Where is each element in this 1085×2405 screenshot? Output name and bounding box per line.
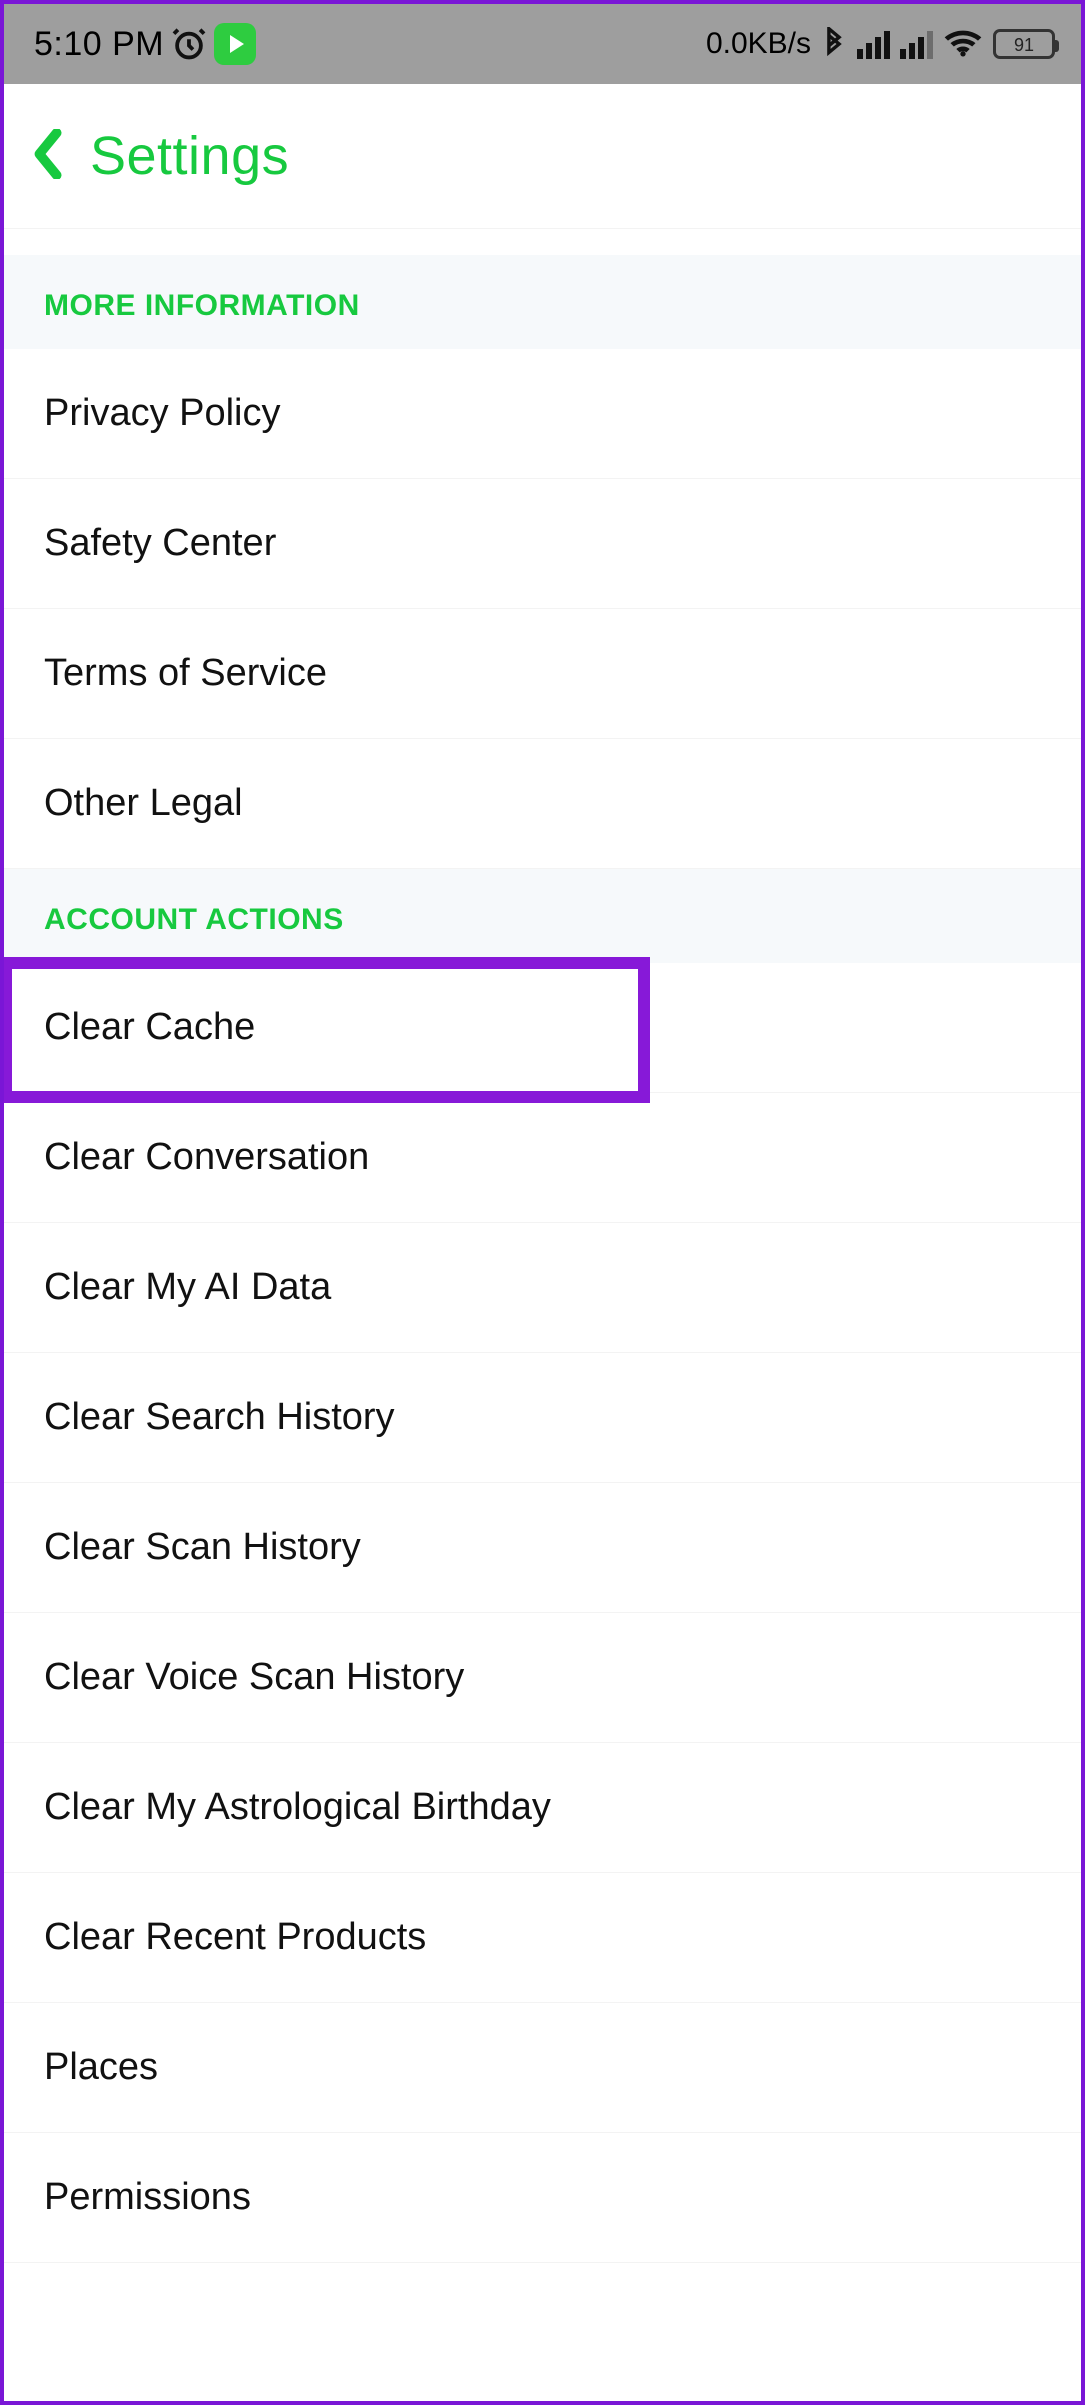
row-label: Privacy Policy [44, 392, 281, 435]
row-label: Clear Recent Products [44, 1916, 426, 1959]
row-label: Clear Scan History [44, 1526, 361, 1569]
row-label: Clear Cache [44, 1006, 255, 1049]
row-places[interactable]: Places [4, 2003, 1081, 2133]
row-label: Clear My AI Data [44, 1266, 331, 1309]
row-other-legal[interactable]: Other Legal [4, 739, 1081, 869]
back-button[interactable] [32, 129, 66, 184]
row-clear-voice-scan-history[interactable]: Clear Voice Scan History [4, 1613, 1081, 1743]
row-clear-astrological-birthday[interactable]: Clear My Astrological Birthday [4, 1743, 1081, 1873]
phone-screenshot-frame: 5:10 PM 0.0KB/s [0, 0, 1085, 2405]
row-label: Places [44, 2046, 158, 2089]
section-more-information: Privacy Policy Safety Center Terms of Se… [4, 349, 1081, 869]
row-label: Permissions [44, 2176, 251, 2219]
row-privacy-policy[interactable]: Privacy Policy [4, 349, 1081, 479]
row-label: Other Legal [44, 782, 243, 825]
row-clear-search-history[interactable]: Clear Search History [4, 1353, 1081, 1483]
row-terms-of-service[interactable]: Terms of Service [4, 609, 1081, 739]
section-header-account-actions: ACCOUNT ACTIONS [4, 869, 1081, 963]
status-left: 5:10 PM [34, 23, 256, 65]
row-clear-conversation[interactable]: Clear Conversation [4, 1093, 1081, 1223]
row-safety-center[interactable]: Safety Center [4, 479, 1081, 609]
status-time: 5:10 PM [34, 25, 164, 64]
row-clear-my-ai-data[interactable]: Clear My AI Data [4, 1223, 1081, 1353]
alarm-icon [170, 25, 208, 63]
battery-percent: 91 [996, 35, 1052, 56]
row-label: Clear Conversation [44, 1136, 369, 1179]
row-label: Safety Center [44, 522, 276, 565]
row-permissions[interactable]: Permissions [4, 2133, 1081, 2263]
row-label: Clear Search History [44, 1396, 395, 1439]
section-header-more-information: MORE INFORMATION [4, 255, 1081, 349]
spacer [4, 229, 1081, 255]
status-bar: 5:10 PM 0.0KB/s [4, 4, 1081, 84]
settings-header: Settings [4, 84, 1081, 229]
status-right: 0.0KB/s 91 [706, 27, 1055, 61]
bluetooth-icon [821, 27, 847, 61]
signal-bars-2-icon [900, 29, 933, 59]
row-clear-recent-products[interactable]: Clear Recent Products [4, 1873, 1081, 2003]
row-label: Clear My Astrological Birthday [44, 1786, 551, 1829]
row-label: Clear Voice Scan History [44, 1656, 464, 1699]
battery-icon: 91 [993, 29, 1055, 59]
wifi-icon [943, 28, 983, 60]
row-clear-cache[interactable]: Clear Cache [4, 963, 1081, 1093]
data-rate: 0.0KB/s [706, 27, 811, 61]
page-title: Settings [90, 125, 289, 187]
row-label: Terms of Service [44, 652, 327, 695]
signal-bars-1-icon [857, 29, 890, 59]
youtube-icon [214, 23, 256, 65]
section-account-actions: Clear Cache Clear Conversation Clear My … [4, 963, 1081, 2263]
row-clear-scan-history[interactable]: Clear Scan History [4, 1483, 1081, 1613]
